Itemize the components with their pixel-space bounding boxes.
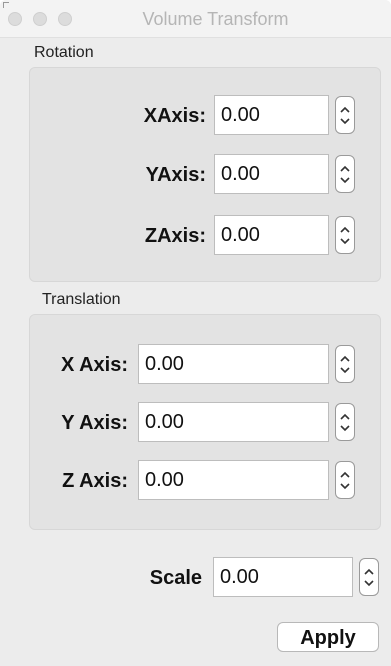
translation-z-input[interactable] — [138, 460, 329, 500]
chevron-down-icon[interactable] — [339, 237, 351, 245]
scale-input[interactable] — [213, 557, 353, 597]
rotation-y-input[interactable] — [214, 154, 329, 194]
translation-z-label: Z Axis: — [62, 470, 128, 492]
chevron-up-icon[interactable] — [339, 355, 351, 363]
translation-y-stepper[interactable] — [335, 403, 355, 441]
translation-y-input[interactable] — [138, 402, 329, 442]
chevron-down-icon[interactable] — [339, 176, 351, 184]
rotation-group-label: Rotation — [34, 44, 94, 61]
chevron-up-icon[interactable] — [363, 568, 375, 576]
translation-x-input[interactable] — [138, 344, 329, 384]
title-bar[interactable]: Volume Transform — [0, 0, 391, 38]
chevron-down-icon[interactable] — [339, 366, 351, 374]
chevron-up-icon[interactable] — [339, 471, 351, 479]
translation-x-label: X Axis: — [60, 354, 128, 376]
chevron-up-icon[interactable] — [339, 106, 351, 114]
rotation-x-input[interactable] — [214, 95, 329, 135]
window-title: Volume Transform — [142, 9, 289, 29]
chevron-down-icon[interactable] — [339, 424, 351, 432]
translation-x-stepper[interactable] — [335, 345, 355, 383]
rotation-z-input[interactable] — [214, 215, 329, 255]
rotation-z-stepper[interactable] — [335, 216, 355, 254]
rotation-x-stepper[interactable] — [335, 96, 355, 134]
rotation-z-label: ZAxis: — [144, 225, 206, 247]
chevron-down-icon[interactable] — [339, 482, 351, 490]
rotation-y-label: YAxis: — [145, 164, 206, 186]
chevron-down-icon[interactable] — [363, 579, 375, 587]
resize-corner-mark — [3, 2, 9, 8]
rotation-x-label: XAxis: — [143, 105, 206, 127]
rotation-y-stepper[interactable] — [335, 155, 355, 193]
chevron-up-icon[interactable] — [339, 413, 351, 421]
translation-y-label: Y Axis: — [61, 412, 128, 434]
scale-label: Scale — [149, 567, 202, 589]
chevron-up-icon[interactable] — [339, 226, 351, 234]
apply-button[interactable]: Apply — [277, 622, 379, 652]
translation-group-label: Translation — [42, 291, 121, 308]
scale-stepper[interactable] — [359, 558, 379, 596]
chevron-up-icon[interactable] — [339, 165, 351, 173]
translation-z-stepper[interactable] — [335, 461, 355, 499]
chevron-down-icon[interactable] — [339, 117, 351, 125]
volume-transform-window: Volume Transform Rotation XAxis: YAxis: … — [0, 0, 391, 666]
